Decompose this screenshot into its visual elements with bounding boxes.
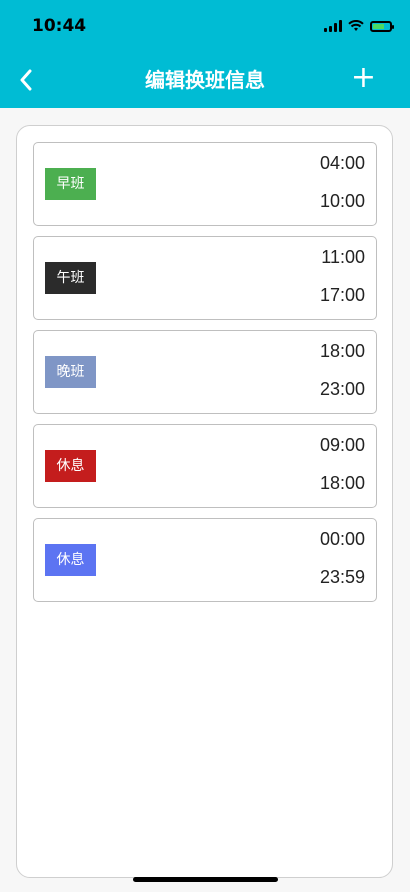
page-title: 编辑换班信息 bbox=[145, 68, 265, 92]
shift-start-time: 04:00 bbox=[319, 153, 365, 173]
shift-badge: 休息 bbox=[45, 544, 96, 576]
shift-card[interactable]: 晚班 18:00 23:00 bbox=[33, 330, 377, 414]
shift-start-time: 18:00 bbox=[319, 341, 365, 361]
status-time: 10:44 bbox=[32, 16, 87, 36]
shift-list-panel: 早班 04:00 10:00 午班 11:00 17:00 晚班 18:00 2… bbox=[16, 125, 393, 878]
shift-badge: 早班 bbox=[45, 168, 96, 200]
shift-end-time: 23:00 bbox=[319, 379, 365, 399]
shift-card[interactable]: 早班 04:00 10:00 bbox=[33, 142, 377, 226]
shift-start-time: 00:00 bbox=[319, 529, 365, 549]
add-button[interactable]: + bbox=[351, 62, 376, 94]
shift-end-time: 10:00 bbox=[319, 191, 365, 211]
shift-badge: 午班 bbox=[45, 262, 96, 294]
status-icons bbox=[324, 16, 394, 36]
shift-badge: 休息 bbox=[45, 450, 96, 482]
shift-card[interactable]: 午班 11:00 17:00 bbox=[33, 236, 377, 320]
shift-start-time: 11:00 bbox=[321, 247, 365, 267]
shift-start-time: 09:00 bbox=[319, 435, 365, 455]
wifi-icon bbox=[348, 20, 364, 31]
shift-end-time: 18:00 bbox=[319, 473, 365, 493]
shift-card[interactable]: 休息 00:00 23:59 bbox=[33, 518, 377, 602]
shift-end-time: 23:59 bbox=[319, 567, 365, 587]
header: 10:44 编辑换班信息 + bbox=[0, 0, 410, 108]
shift-badge: 晚班 bbox=[45, 356, 96, 388]
home-indicator bbox=[133, 877, 278, 882]
shift-end-time: 17:00 bbox=[319, 285, 365, 305]
battery-icon bbox=[370, 20, 394, 32]
shift-card[interactable]: 休息 09:00 18:00 bbox=[33, 424, 377, 508]
signal-icon bbox=[324, 20, 342, 32]
